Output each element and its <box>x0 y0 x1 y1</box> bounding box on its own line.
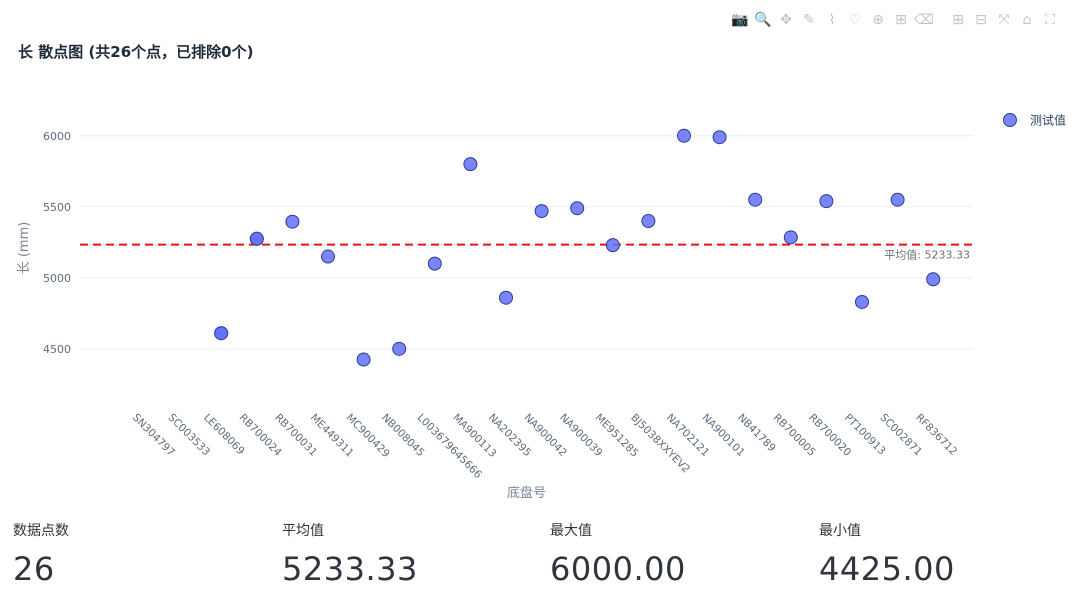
metric-min-value: 4425.00 <box>819 550 955 588</box>
metric-max: 最大值 6000.00 <box>550 520 686 588</box>
data-point <box>463 157 478 172</box>
data-point <box>249 231 264 246</box>
mean-line-label: 平均值: 5233.33 <box>884 249 970 262</box>
y-axis-title: 长 (mm) <box>17 222 32 275</box>
metric-min-label: 最小值 <box>819 523 861 539</box>
data-point <box>427 256 442 271</box>
data-point <box>321 249 335 264</box>
y-tick-label: 4500 <box>43 343 71 356</box>
metric-max-value: 6000.00 <box>550 550 686 588</box>
data-point <box>855 294 869 309</box>
metric-mean-value: 5233.33 <box>282 550 418 588</box>
data-point <box>392 341 407 356</box>
data-point <box>570 201 585 216</box>
y-tick-label: 5000 <box>43 272 71 285</box>
data-point <box>819 194 834 209</box>
data-point <box>285 214 300 229</box>
y-tick-label: 5500 <box>43 201 71 214</box>
metric-max-label: 最大值 <box>550 523 592 539</box>
x-axis-title: 底盘号 <box>507 485 546 501</box>
data-point <box>641 214 656 229</box>
metric-mean: 平均值 5233.33 <box>282 520 418 588</box>
y-tick-label: 6000 <box>43 130 71 143</box>
data-point <box>712 130 727 145</box>
data-point <box>499 290 513 305</box>
data-point <box>748 192 763 207</box>
data-point <box>783 230 798 245</box>
data-point <box>605 238 620 253</box>
metric-min: 最小值 4425.00 <box>819 520 955 588</box>
metric-count: 数据点数 26 <box>13 520 69 588</box>
scatter-chart: 4500500055006000长 (mm)SN304797SC003533LE… <box>17 113 1066 502</box>
legend-label: 测试值 <box>1030 113 1066 128</box>
data-point <box>677 128 691 143</box>
metric-count-label: 数据点数 <box>13 523 69 539</box>
data-point <box>356 352 371 367</box>
data-point <box>890 192 905 207</box>
data-point <box>534 204 549 219</box>
data-point <box>926 272 941 287</box>
x-tick-label: L003679645666 <box>415 412 485 482</box>
data-point <box>214 326 229 341</box>
metric-count-value: 26 <box>13 550 55 588</box>
legend-marker <box>1003 113 1017 127</box>
metrics-row: 数据点数 26 平均值 5233.33 最大值 6000.00 最小值 4425… <box>0 520 1080 596</box>
metric-mean-label: 平均值 <box>282 523 324 539</box>
